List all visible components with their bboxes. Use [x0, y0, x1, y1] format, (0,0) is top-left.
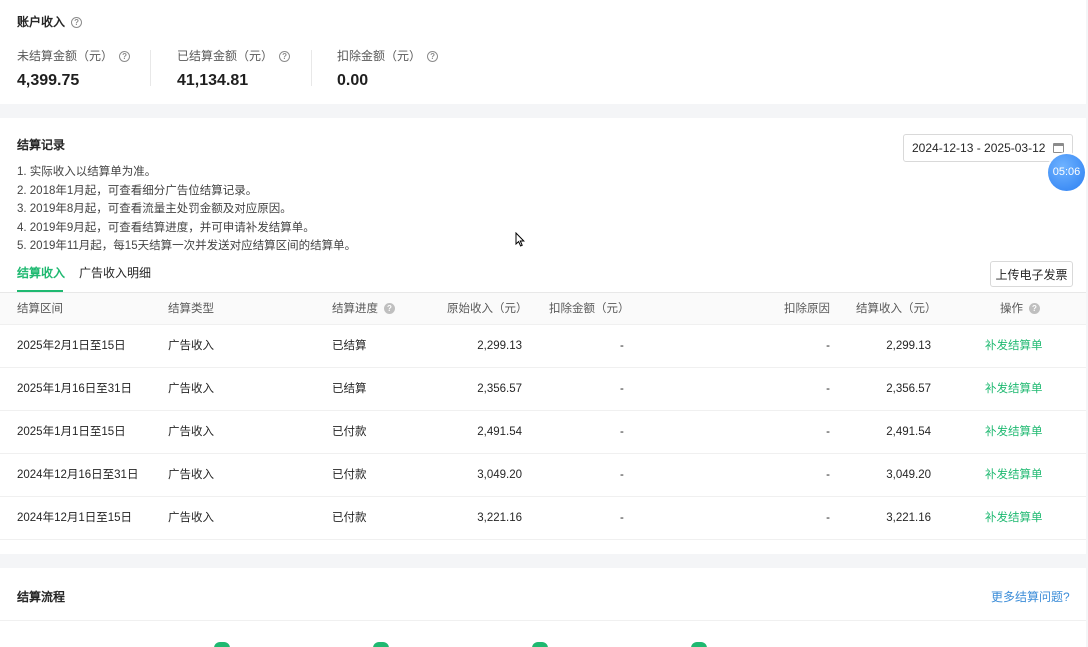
mouse-cursor-icon	[515, 232, 525, 247]
note-item: 5. 2019年11月起，每15天结算一次并发送对应结算区间的结算单。	[17, 240, 357, 252]
tab-ad-income-detail[interactable]: 广告收入明细	[79, 264, 151, 281]
cell-status: 已付款	[332, 426, 367, 438]
cell-status: 已结算	[332, 383, 367, 395]
cell-settled: 2,491.54	[886, 426, 931, 438]
cell-status: 已付款	[332, 512, 367, 524]
cell-original: 2,491.54	[477, 426, 522, 438]
stat-label: 扣除金额（元）	[337, 49, 422, 63]
cell-period: 2025年1月1日至15日	[17, 426, 126, 438]
cell-type: 广告收入	[168, 469, 214, 481]
cell-settled: 2,299.13	[886, 340, 931, 352]
settlement-records-card: 结算记录 2024-12-13 - 2025-03-12 1. 实际收入以结算单…	[0, 118, 1086, 554]
table-row: 2025年2月1日至15日 广告收入 已结算 2,299.13 - - 2,29…	[0, 325, 1086, 368]
col-settled: 结算收入（元）	[856, 303, 937, 315]
cell-settled: 2,356.57	[886, 383, 931, 395]
note-item: 3. 2019年8月起，可查看流量主处罚金额及对应原因。	[17, 203, 292, 215]
floating-timer-widget[interactable]: 05:06	[1048, 154, 1085, 191]
table-row: 2024年12月1日至15日 广告收入 已付款 3,221.16 - - 3,2…	[0, 497, 1086, 540]
flow-step-marker	[532, 642, 548, 647]
cell-original: 2,299.13	[477, 340, 522, 352]
stat-value: 41,134.81	[177, 72, 249, 89]
cell-deduct: -	[620, 340, 624, 352]
help-icon[interactable]: ?	[119, 51, 131, 63]
cell-reason: -	[826, 426, 830, 438]
deducted-amount-stat: 扣除金额（元）? 0.00	[337, 47, 439, 90]
more-questions-link[interactable]: 更多结算问题?	[991, 588, 1070, 605]
col-status: 结算进度?	[332, 293, 395, 325]
stat-label: 已结算金额（元）	[177, 49, 274, 63]
reissue-statement-link[interactable]: 补发结算单	[985, 368, 1043, 411]
table-row: 2025年1月16日至31日 广告收入 已结算 2,356.57 - - 2,3…	[0, 368, 1086, 411]
cell-deduct: -	[620, 426, 624, 438]
cell-deduct: -	[620, 512, 624, 524]
upload-invoice-button[interactable]: 上传电子发票	[990, 261, 1073, 287]
stat-value: 0.00	[337, 72, 369, 89]
help-icon[interactable]: ?	[71, 17, 83, 29]
calendar-icon	[1053, 143, 1064, 153]
reissue-statement-link[interactable]: 补发结算单	[985, 411, 1043, 454]
cell-type: 广告收入	[168, 383, 214, 395]
col-original: 原始收入（元）	[447, 303, 528, 315]
cell-status: 已结算	[332, 340, 367, 352]
cell-status: 已付款	[332, 469, 367, 481]
col-deduct: 扣除金额（元）	[549, 303, 630, 315]
stat-value: 4,399.75	[17, 72, 80, 89]
help-icon[interactable]: ?	[1029, 303, 1040, 315]
cell-reason: -	[826, 340, 830, 352]
reissue-statement-link[interactable]: 补发结算单	[985, 454, 1043, 497]
help-icon[interactable]: ?	[384, 303, 395, 315]
col-type: 结算类型	[168, 303, 214, 315]
tab-settlement-income[interactable]: 结算收入	[17, 264, 65, 281]
settlement-notes: 1. 实际收入以结算单为准。 2. 2018年1月起，可查看细分广告位结算记录。…	[17, 163, 356, 256]
note-item: 1. 实际收入以结算单为准。	[17, 166, 157, 178]
col-period: 结算区间	[17, 303, 63, 315]
cell-type: 广告收入	[168, 426, 214, 438]
flow-step-marker	[373, 642, 389, 647]
settlement-table: 结算区间 结算类型 结算进度? 原始收入（元） 扣除金额（元） 扣除原因 结算收…	[0, 293, 1086, 540]
date-range-value: 2024-12-13 - 2025-03-12	[912, 141, 1046, 155]
cell-deduct: -	[620, 383, 624, 395]
divider	[150, 50, 151, 86]
table-header: 结算区间 结算类型 结算进度? 原始收入（元） 扣除金额（元） 扣除原因 结算收…	[0, 293, 1086, 325]
table-row: 2025年1月1日至15日 广告收入 已付款 2,491.54 - - 2,49…	[0, 411, 1086, 454]
cell-deduct: -	[620, 469, 624, 481]
reissue-statement-link[interactable]: 补发结算单	[985, 325, 1043, 368]
settled-amount-stat: 已结算金额（元）? 41,134.81	[177, 47, 291, 90]
settlement-flow-title: 结算流程	[17, 590, 66, 604]
cell-type: 广告收入	[168, 340, 214, 352]
cell-settled: 3,221.16	[886, 512, 931, 524]
cell-original: 2,356.57	[477, 383, 522, 395]
table-row: 2024年12月16日至31日 广告收入 已付款 3,049.20 - - 3,…	[0, 454, 1086, 497]
cell-period: 2025年1月16日至31日	[17, 383, 133, 395]
settlement-records-title: 结算记录	[17, 138, 66, 152]
flow-step-marker	[691, 642, 707, 647]
cell-type: 广告收入	[168, 512, 214, 524]
help-icon[interactable]: ?	[279, 51, 291, 63]
cell-reason: -	[826, 469, 830, 481]
cell-period: 2024年12月1日至15日	[17, 512, 133, 524]
date-range-picker[interactable]: 2024-12-13 - 2025-03-12	[903, 134, 1073, 162]
divider	[0, 620, 1086, 621]
note-item: 2. 2018年1月起，可查看细分广告位结算记录。	[17, 184, 258, 197]
cell-period: 2025年2月1日至15日	[17, 340, 126, 352]
col-action: 操作?	[1000, 293, 1040, 325]
account-income-title: 账户收入?	[17, 13, 83, 30]
flow-step-marker	[214, 642, 230, 647]
settlement-flow-card: 结算流程 更多结算问题?	[0, 568, 1086, 647]
cell-original: 3,049.20	[477, 469, 522, 481]
account-income-card: 账户收入? 未结算金额（元）? 4,399.75 已结算金额（元）? 41,13…	[0, 0, 1086, 104]
help-icon[interactable]: ?	[427, 51, 439, 63]
cell-original: 3,221.16	[477, 512, 522, 524]
note-item: 4. 2019年9月起，可查看结算进度，并可申请补发结算单。	[17, 221, 315, 234]
divider	[311, 50, 312, 86]
cell-period: 2024年12月16日至31日	[17, 469, 139, 481]
cell-reason: -	[826, 383, 830, 395]
col-reason: 扣除原因	[784, 303, 830, 315]
stat-label: 未结算金额（元）	[17, 49, 114, 63]
cell-settled: 3,049.20	[886, 469, 931, 481]
cell-reason: -	[826, 512, 830, 524]
reissue-statement-link[interactable]: 补发结算单	[985, 497, 1043, 540]
unsettled-amount-stat: 未结算金额（元）? 4,399.75	[17, 47, 131, 90]
